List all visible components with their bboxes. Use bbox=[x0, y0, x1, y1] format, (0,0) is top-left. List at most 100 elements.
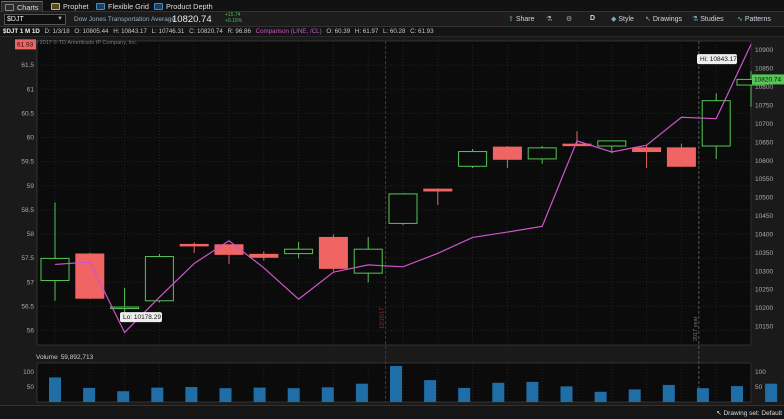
beaker-button[interactable]: ⚗ bbox=[546, 15, 552, 23]
volume-bar bbox=[731, 386, 743, 402]
candle-body bbox=[40, 257, 70, 282]
symbol-description: Dow Jones Transportation Average bbox=[74, 16, 176, 23]
right-axis-tick: 10600 bbox=[755, 158, 773, 165]
share-label: Share bbox=[515, 16, 535, 23]
patterns-button[interactable]: ∿ Patterns bbox=[737, 15, 771, 23]
volume-bar bbox=[287, 388, 300, 402]
volume-axis-tick: 100 bbox=[23, 369, 34, 376]
candle-body bbox=[597, 140, 627, 147]
candle-body bbox=[388, 193, 418, 224]
share-icon: ⇪ bbox=[508, 16, 514, 23]
tab-label: Flexible Grid bbox=[108, 2, 149, 11]
right-axis-tick: 10300 bbox=[755, 268, 773, 275]
tab-charts[interactable]: Charts bbox=[1, 1, 43, 12]
volume-bar bbox=[185, 387, 198, 402]
volume-bar bbox=[662, 384, 675, 402]
symbol-input[interactable]: $DJT ▼ bbox=[4, 14, 66, 25]
left-axis-tick: 59 bbox=[27, 183, 35, 190]
left-axis-tick: 57 bbox=[27, 279, 35, 286]
candle-body bbox=[701, 100, 731, 147]
left-axis-tick: 60 bbox=[27, 135, 35, 142]
candle-body bbox=[492, 146, 522, 160]
candle-body bbox=[353, 248, 383, 274]
comparison-close: C: 61.93 bbox=[410, 28, 434, 35]
drawing-set-icon: ↖ bbox=[716, 410, 722, 417]
drawing-set[interactable]: ↖ Drawing set: Default bbox=[716, 409, 782, 417]
comparison-high: H: 61.97 bbox=[354, 28, 379, 35]
copyright: © 2017 © TD Ameritrade IP Company, Inc. bbox=[34, 40, 138, 46]
year-marker-label: 2017 year bbox=[693, 316, 699, 341]
tab-flexible-grid[interactable]: Flexible Grid bbox=[93, 1, 149, 12]
chart-title[interactable]: $DJT 1 M 1D bbox=[3, 28, 40, 35]
chevron-down-icon[interactable]: ▼ bbox=[57, 15, 63, 24]
right-axis-tick: 10700 bbox=[755, 121, 773, 128]
volume-header: Volume 59,892,713 bbox=[36, 354, 96, 361]
price-pane bbox=[36, 40, 752, 346]
tab-label: Product Depth bbox=[166, 2, 213, 11]
candle-body bbox=[632, 147, 662, 153]
left-axis-tick: 61.5 bbox=[21, 62, 34, 69]
tab-label: Prophet bbox=[63, 2, 89, 11]
chart-toolbar: $DJT ▼ Dow Jones Transportation Average 1… bbox=[0, 12, 784, 27]
last-price: 10820.74 bbox=[172, 14, 212, 25]
bar-open: O: 10805.44 bbox=[74, 28, 109, 35]
volume-bar bbox=[390, 366, 402, 402]
volume-bar bbox=[321, 387, 334, 402]
candle-body bbox=[214, 244, 244, 255]
tab-prophet[interactable]: Prophet bbox=[48, 1, 90, 12]
right-axis-tick: 10850 bbox=[755, 66, 773, 73]
candle-body bbox=[144, 256, 174, 302]
volume-axis-tick: 50 bbox=[755, 384, 763, 391]
candle-body bbox=[110, 306, 140, 310]
volume-bar bbox=[253, 387, 266, 402]
volume-bar bbox=[219, 388, 232, 402]
price-chart[interactable]: 61.5 61 60.5 60 59.5 59 58.5 58 57.5 57 56.5 56 1090… bbox=[0, 37, 784, 405]
settings-button[interactable]: ⚙ bbox=[566, 15, 572, 23]
candle-body bbox=[666, 147, 696, 167]
drawings-button[interactable]: ↖ Drawings bbox=[645, 15, 682, 23]
style-button[interactable]: ◆ Style bbox=[611, 15, 634, 23]
candle-body bbox=[249, 253, 279, 258]
patterns-label: Patterns bbox=[744, 16, 771, 23]
volume-bar bbox=[424, 380, 437, 402]
volume-bar bbox=[83, 387, 96, 402]
style-label: Style bbox=[618, 16, 634, 23]
share-button[interactable]: ⇪ Share bbox=[508, 15, 535, 23]
left-axis-tick: 57.5 bbox=[21, 255, 34, 262]
candle-body bbox=[318, 236, 348, 269]
window-tab-bar: Charts Prophet Flexible Grid Product Dep… bbox=[0, 0, 784, 12]
right-axis-tick: 10250 bbox=[755, 287, 773, 294]
volume-axis-tick: 50 bbox=[27, 384, 35, 391]
volume-bar bbox=[765, 383, 778, 402]
period-button[interactable]: D bbox=[590, 15, 595, 22]
studies-label: Studies bbox=[700, 16, 724, 23]
studies-button[interactable]: ⚗ Studies bbox=[692, 15, 724, 23]
bar-high: H: 10843.17 bbox=[113, 28, 147, 35]
candle-body bbox=[527, 147, 557, 160]
volume-bar bbox=[492, 382, 505, 402]
drawing-set-label: Drawing set: Default bbox=[723, 410, 782, 417]
right-axis-tick: 10350 bbox=[755, 250, 773, 257]
right-axis-tick: 10150 bbox=[755, 324, 773, 331]
candle-body bbox=[179, 243, 209, 247]
right-axis-tick: 10650 bbox=[755, 139, 773, 146]
candle-body bbox=[75, 253, 105, 299]
tab-label: Charts bbox=[17, 3, 39, 12]
beaker-icon: ⚗ bbox=[546, 16, 553, 23]
comparison-label[interactable]: Comparison (LINE, /CL) bbox=[256, 28, 322, 35]
right-axis-tick: 10200 bbox=[755, 305, 773, 312]
volume-bar bbox=[49, 377, 61, 402]
left-axis-tick: 59.5 bbox=[21, 159, 34, 166]
depth-icon bbox=[154, 3, 163, 10]
right-axis-tick: 10550 bbox=[755, 176, 773, 183]
tab-product-depth[interactable]: Product Depth bbox=[151, 1, 213, 12]
left-axis-tick: 56 bbox=[27, 328, 35, 335]
grid-icon bbox=[96, 3, 105, 10]
bar-low: L: 10746.31 bbox=[151, 28, 185, 35]
volume-bar bbox=[117, 391, 130, 402]
volume-bar bbox=[526, 381, 539, 402]
right-axis-tick: 10900 bbox=[755, 47, 773, 54]
gear-icon: ⚙ bbox=[566, 16, 573, 23]
chart-header: $DJT 1 M 1D D: 1/3/18 O: 10805.44 H: 108… bbox=[0, 27, 784, 37]
style-icon: ◆ bbox=[611, 16, 617, 23]
